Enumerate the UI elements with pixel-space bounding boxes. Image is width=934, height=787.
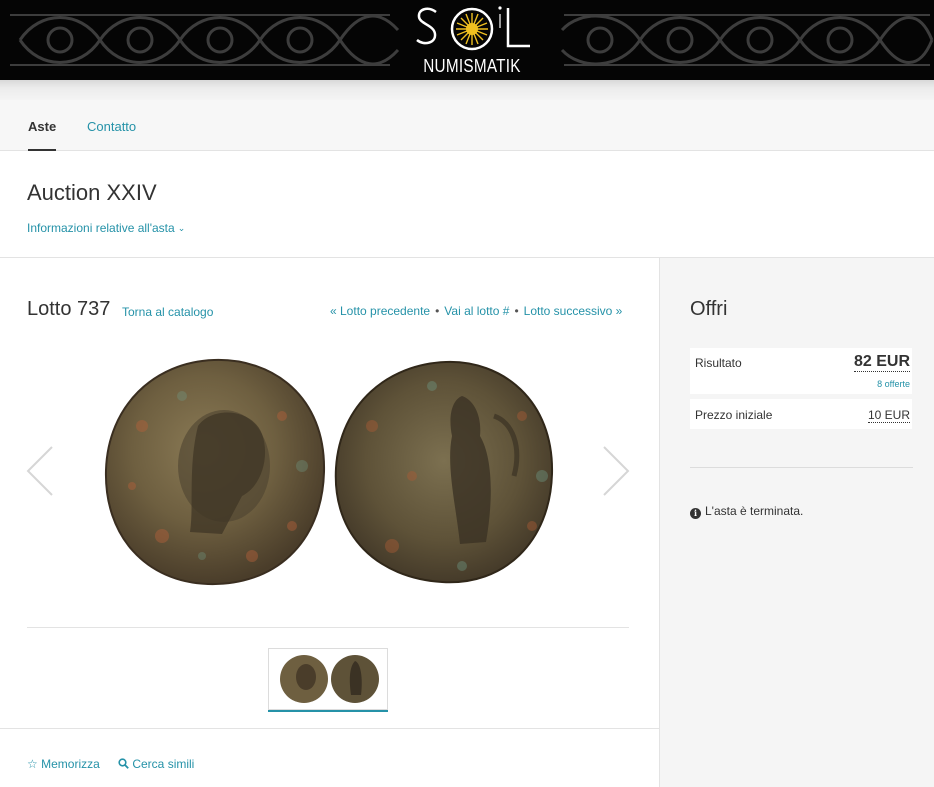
bid-panel-title: Offri xyxy=(690,298,728,320)
banner-shadow xyxy=(0,80,934,100)
auction-ended-notice: i L'asta è terminata. xyxy=(690,504,803,519)
info-icon: i xyxy=(690,508,701,519)
coin-reverse xyxy=(334,360,554,584)
starting-price-label: Prezzo iniziale xyxy=(695,408,773,422)
sol-numismatik-logo[interactable]: NUMISMATIK xyxy=(410,0,534,80)
actions-divider xyxy=(0,728,659,729)
bid-panel-divider xyxy=(690,467,913,468)
previous-lot-link[interactable]: « Lotto precedente xyxy=(330,304,430,318)
memorize-button[interactable]: ☆ Memorizza xyxy=(27,757,100,771)
auction-info-label: Informazioni relative all'asta xyxy=(27,221,175,235)
bid-count-link[interactable]: 8 offerte xyxy=(877,379,910,389)
lot-navigation: « Lotto precedente • Vai al lotto # • Lotto … xyxy=(330,304,629,318)
site-banner: NUMISMATIK xyxy=(0,0,934,80)
chevron-down-icon: ⌄ xyxy=(177,223,186,233)
nav-separator: • xyxy=(435,304,440,318)
result-label: Risultato xyxy=(695,356,742,370)
search-similar-button[interactable]: Cerca simili xyxy=(118,757,194,771)
thumbnail-coins xyxy=(280,655,379,703)
starting-price-box: Prezzo iniziale 10 EUR xyxy=(690,399,912,429)
thumbnail-active-indicator xyxy=(268,710,388,712)
magnifier-icon xyxy=(118,758,129,769)
nav-separator: • xyxy=(514,304,519,318)
back-to-catalog-link[interactable]: Torna al catalogo xyxy=(122,305,213,319)
auction-title: Auction XXIV xyxy=(27,180,157,205)
lot-coin-image[interactable] xyxy=(102,356,562,588)
memorize-label: Memorizza xyxy=(41,757,100,771)
logo-wordmark: NUMISMATIK xyxy=(423,56,521,76)
logo-mark xyxy=(416,6,530,51)
star-icon: ☆ xyxy=(27,757,38,771)
next-lot-link[interactable]: Lotto successivo » xyxy=(524,304,623,318)
celtic-ornament-right xyxy=(560,14,934,66)
search-similar-label: Cerca simili xyxy=(132,757,195,771)
bid-panel: Offri Risultato 82 EUR 8 offerte Prezzo … xyxy=(659,258,934,787)
auction-ended-text: L'asta è terminata. xyxy=(705,504,804,518)
auction-info-toggle[interactable]: Informazioni relative all'asta ⌄ xyxy=(27,221,185,235)
result-value: 82 EUR xyxy=(853,353,910,372)
gallery-divider xyxy=(27,627,629,628)
result-box: Risultato 82 EUR 8 offerte xyxy=(690,348,912,394)
celtic-ornament-left xyxy=(10,14,400,66)
coin-obverse xyxy=(104,358,326,586)
starting-price-value: 10 EUR xyxy=(867,408,910,423)
main-nav: Aste Contatto xyxy=(0,100,934,151)
tab-aste[interactable]: Aste xyxy=(28,119,57,151)
chevron-right-icon[interactable] xyxy=(600,445,630,497)
lot-title: Lotto 737 xyxy=(27,298,111,320)
goto-lot-link[interactable]: Vai al lotto # xyxy=(444,304,509,318)
tab-contatto[interactable]: Contatto xyxy=(87,119,136,134)
chevron-left-icon[interactable] xyxy=(26,445,56,497)
thumbnail-image[interactable] xyxy=(268,648,388,710)
